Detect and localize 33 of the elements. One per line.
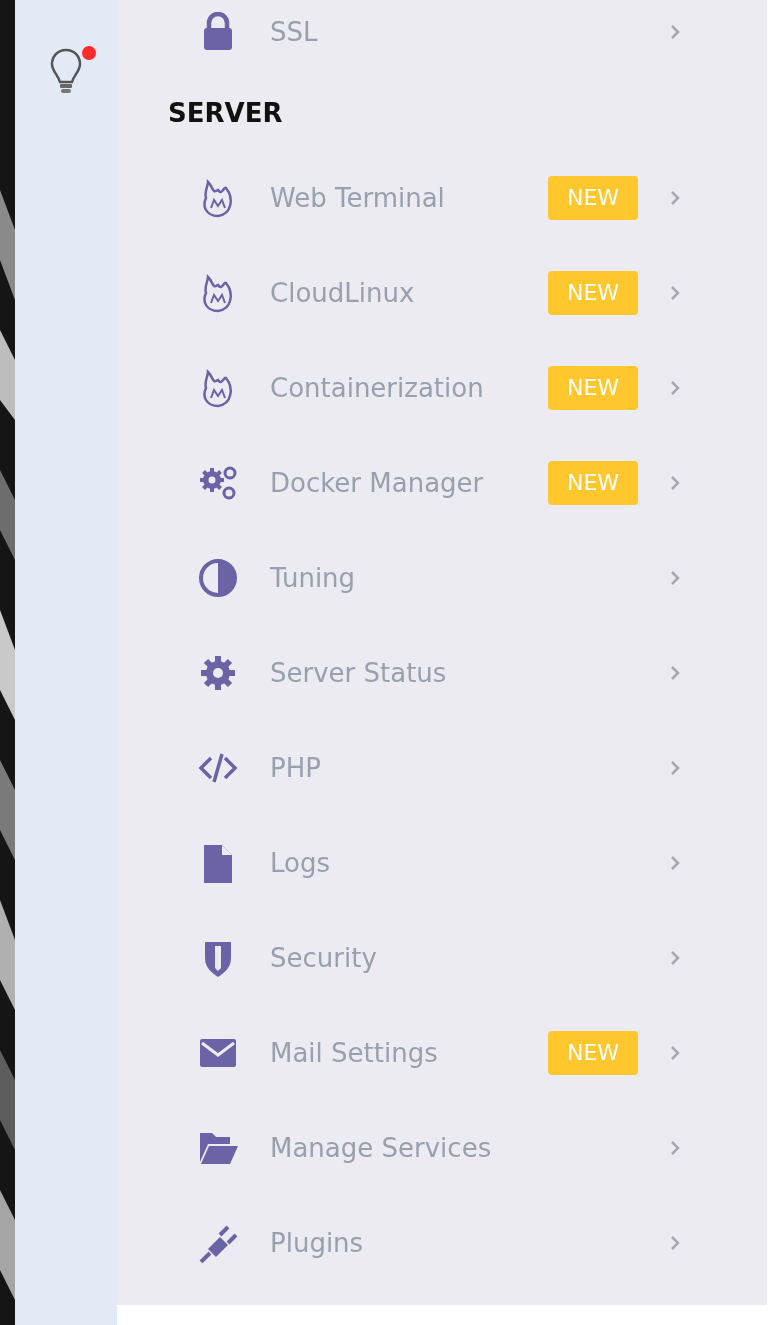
- chevron-right-icon[interactable]: [670, 1234, 680, 1251]
- new-badge: NEW: [548, 175, 638, 220]
- chevron-right-icon[interactable]: [670, 379, 680, 396]
- menu-item[interactable]: Mail Settings: [270, 1037, 550, 1068]
- menu-item[interactable]: CloudLinux: [270, 277, 550, 308]
- chevron-right-icon[interactable]: [670, 949, 680, 966]
- menu-item[interactable]: Web Terminal: [270, 182, 550, 213]
- chevron-right-icon[interactable]: [670, 1139, 680, 1156]
- new-badge: NEW: [548, 460, 638, 505]
- chevron-right-icon[interactable]: [670, 854, 680, 871]
- menu-item[interactable]: Server Status: [270, 657, 550, 688]
- chevron-right-icon[interactable]: [670, 24, 680, 40]
- menu-item[interactable]: SSL: [270, 17, 550, 47]
- chevron-right-icon[interactable]: [670, 474, 680, 491]
- menu-item[interactable]: Plugins: [270, 1227, 550, 1258]
- new-badge: NEW: [548, 270, 638, 315]
- chevron-right-icon[interactable]: [670, 284, 680, 301]
- chevron-right-icon[interactable]: [670, 569, 680, 586]
- menu-item[interactable]: Docker Manager: [270, 467, 550, 498]
- chevron-right-icon[interactable]: [670, 1044, 680, 1061]
- new-badge: NEW: [548, 1030, 638, 1075]
- section-heading: SERVER: [168, 98, 283, 128]
- menu-item[interactable]: Security: [270, 942, 550, 973]
- menu-item[interactable]: Tuning: [270, 562, 550, 593]
- chevron-right-icon[interactable]: [670, 664, 680, 681]
- new-badge: NEW: [548, 365, 638, 410]
- menu-item[interactable]: Containerization: [270, 372, 550, 403]
- half-circle-icon: [198, 557, 238, 598]
- menu-item[interactable]: Logs: [270, 847, 550, 878]
- menu-item[interactable]: PHP: [270, 752, 550, 783]
- menu-item[interactable]: Manage Services: [270, 1132, 550, 1163]
- chevron-right-icon[interactable]: [670, 189, 680, 206]
- chevron-right-icon[interactable]: [670, 759, 680, 776]
